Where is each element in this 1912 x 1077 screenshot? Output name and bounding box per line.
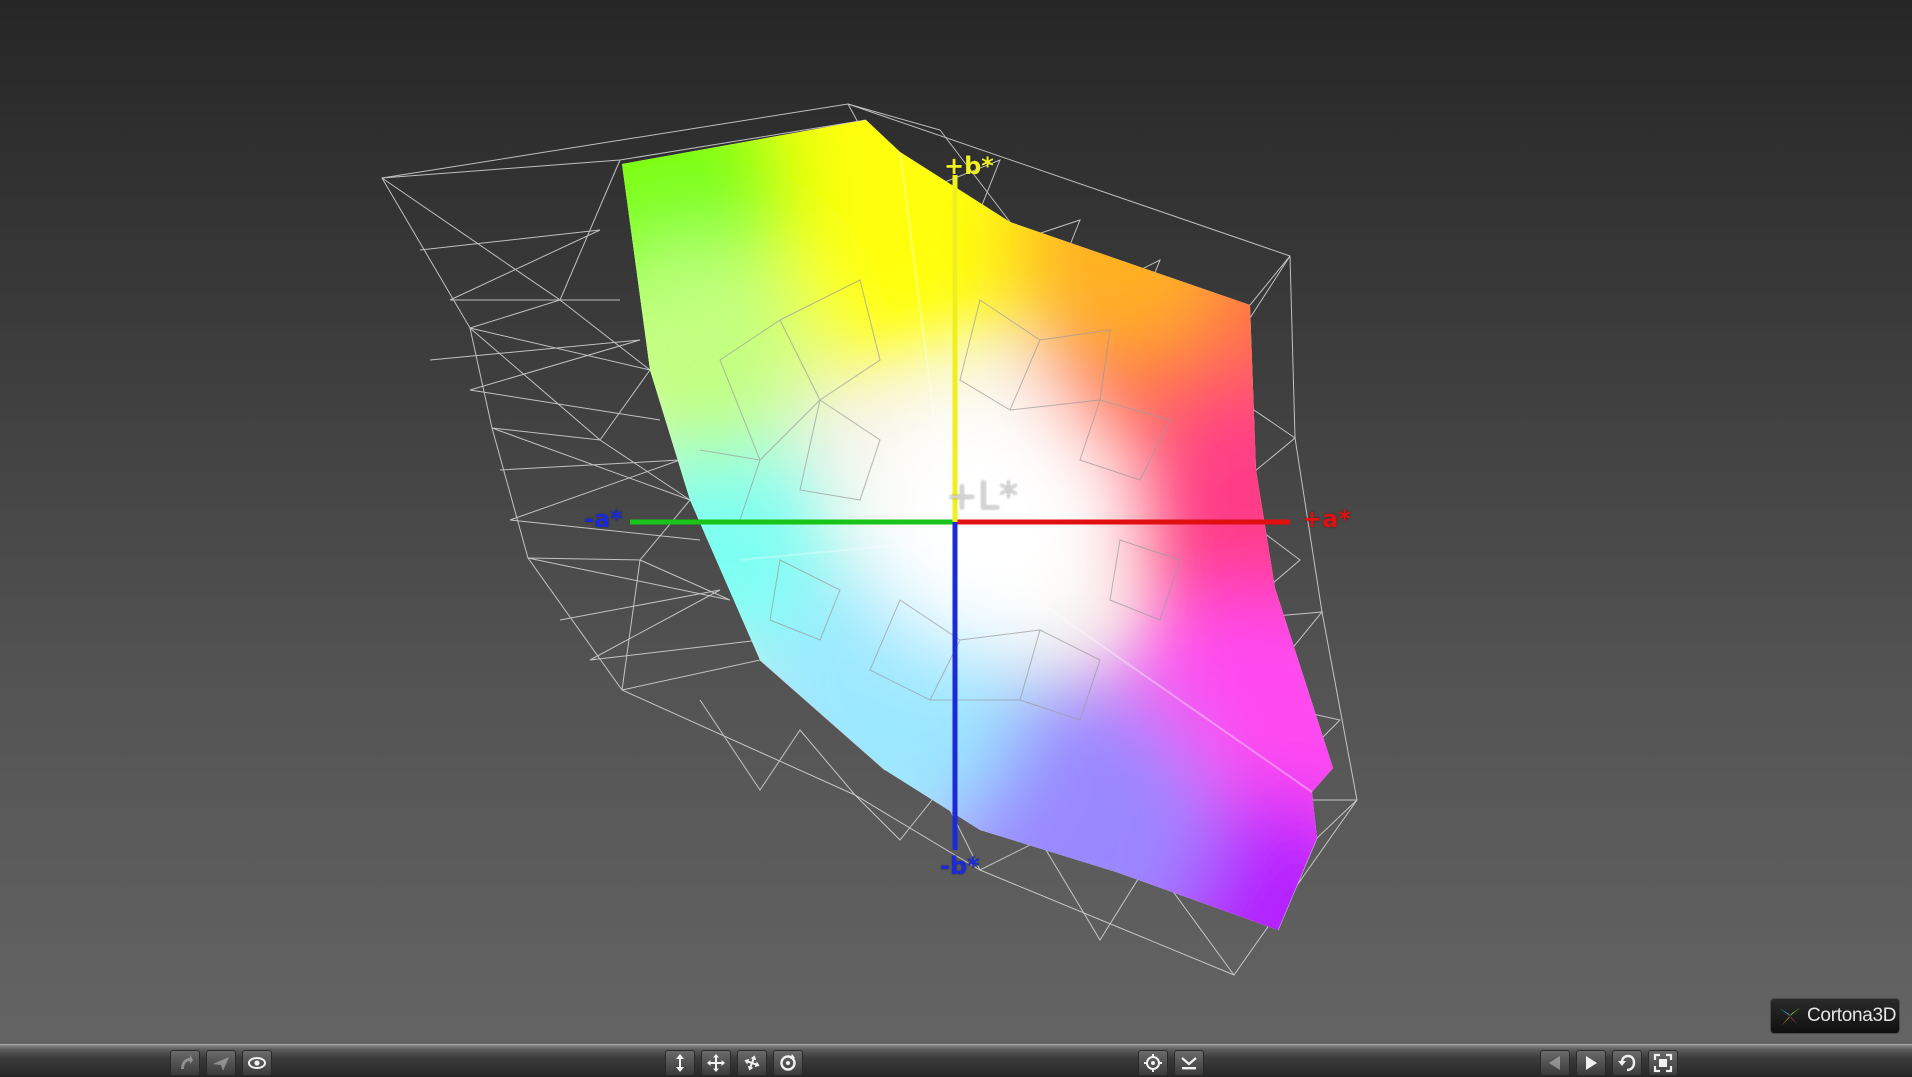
target-icon <box>1144 1054 1162 1072</box>
slide-button[interactable] <box>665 1050 695 1076</box>
fly-icon <box>213 1057 229 1071</box>
restore-view-button[interactable] <box>1612 1050 1642 1076</box>
l-plus-axis-label: +L* <box>946 474 1019 518</box>
fit-view-button[interactable] <box>1648 1050 1678 1076</box>
restore-view-icon <box>1618 1054 1636 1072</box>
b-plus-axis-label: +b* <box>944 152 994 180</box>
b-minus-axis-label: -b* <box>940 852 980 880</box>
walk-icon <box>181 1055 193 1069</box>
pan-icon <box>707 1054 725 1072</box>
navigation-toolbar <box>0 1044 1912 1077</box>
walk-button[interactable] <box>170 1050 200 1076</box>
previous-viewpoint-icon <box>1549 1056 1560 1070</box>
align-icon <box>1181 1057 1197 1070</box>
brand-name: Cortona3D <box>1807 1005 1897 1026</box>
turn-button[interactable] <box>737 1050 767 1076</box>
fit-view-icon <box>1653 1053 1673 1073</box>
next-viewpoint-icon <box>1586 1056 1597 1070</box>
study-button[interactable] <box>242 1050 272 1076</box>
a-minus-axis-label: -a* <box>584 505 623 533</box>
pan-button[interactable] <box>701 1050 731 1076</box>
align-button[interactable] <box>1174 1050 1204 1076</box>
cortona-star-icon <box>1779 1007 1801 1026</box>
rotate-icon <box>780 1054 796 1071</box>
study-eye-icon <box>248 1057 266 1069</box>
target-button[interactable] <box>1138 1050 1168 1076</box>
rotate-button[interactable] <box>773 1050 803 1076</box>
a-plus-axis-label: +a* <box>1302 505 1351 533</box>
cortona3d-logo[interactable]: Cortona3D <box>1770 998 1900 1034</box>
turn-icon <box>744 1055 760 1071</box>
3d-viewport[interactable]: +L* +b* +a* -a* -b* Cortona3D <box>0 0 1912 1044</box>
fly-button[interactable] <box>206 1050 236 1076</box>
slide-vertical-icon <box>676 1054 684 1072</box>
next-viewpoint-button[interactable] <box>1576 1050 1606 1076</box>
previous-viewpoint-button[interactable] <box>1540 1050 1570 1076</box>
